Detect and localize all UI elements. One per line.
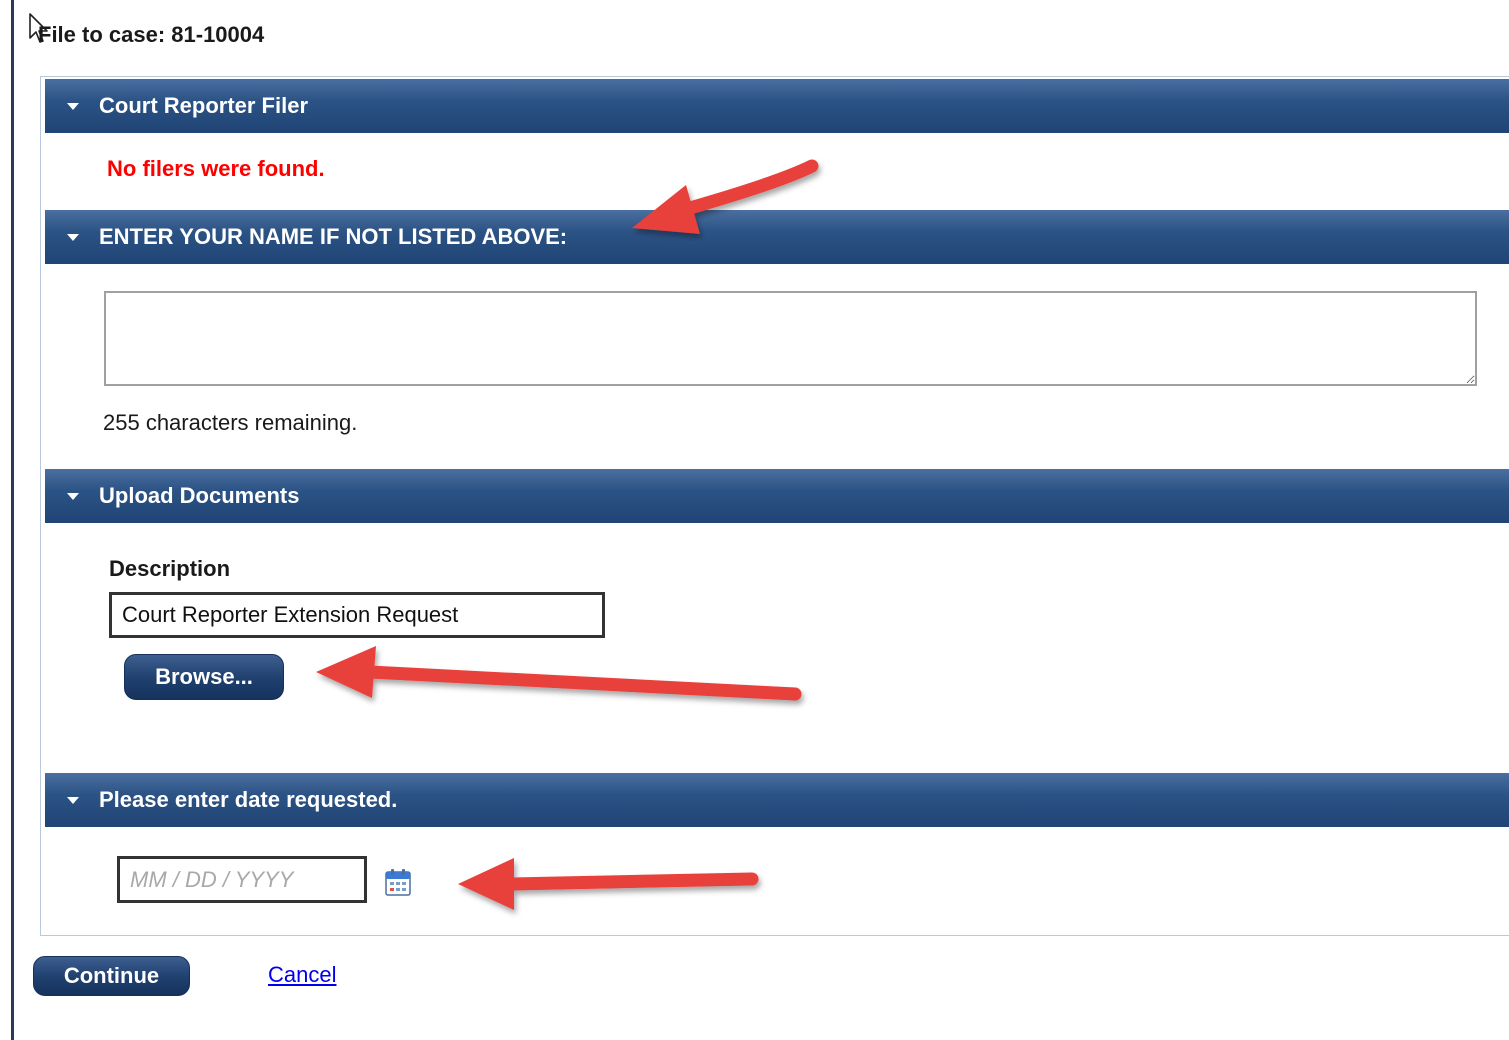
characters-remaining-text: 255 characters remaining. xyxy=(103,410,358,435)
section-title: ENTER YOUR NAME IF NOT LISTED ABOVE: xyxy=(99,224,568,249)
efiling-page: File to case: 81-10004 Court Reporter Fi… xyxy=(0,0,1509,1040)
left-border xyxy=(11,0,14,1040)
browse-button[interactable]: Browse... xyxy=(124,654,284,700)
cancel-link[interactable]: Cancel xyxy=(268,962,336,988)
case-title: File to case: 81-10004 xyxy=(38,22,265,47)
caret-down-icon xyxy=(67,234,79,241)
section-header-date-requested[interactable]: Please enter date requested. xyxy=(45,773,1509,827)
section-title: Upload Documents xyxy=(99,483,300,508)
filer-name-textarea[interactable] xyxy=(104,291,1477,386)
continue-button[interactable]: Continue xyxy=(33,956,190,996)
caret-down-icon xyxy=(67,493,79,500)
section-header-upload-documents[interactable]: Upload Documents xyxy=(45,469,1509,523)
description-input[interactable] xyxy=(109,592,605,638)
section-title: Court Reporter Filer xyxy=(99,93,309,118)
caret-down-icon xyxy=(67,103,79,110)
section-header-enter-name[interactable]: ENTER YOUR NAME IF NOT LISTED ABOVE: xyxy=(45,210,1509,264)
no-filers-message: No filers were found. xyxy=(107,156,325,181)
section-title: Please enter date requested. xyxy=(99,787,398,812)
calendar-icon[interactable] xyxy=(385,868,411,896)
date-requested-input[interactable] xyxy=(117,856,367,903)
caret-down-icon xyxy=(67,797,79,804)
description-label: Description xyxy=(109,556,231,581)
section-header-court-reporter-filer[interactable]: Court Reporter Filer xyxy=(45,79,1509,133)
